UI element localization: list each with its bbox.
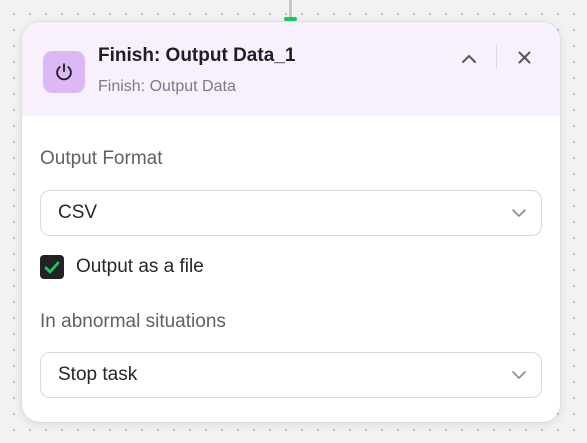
close-icon — [518, 51, 530, 63]
checkmark-icon — [44, 261, 60, 273]
abnormal-situations-select[interactable]: Stop task — [40, 352, 542, 398]
node-subtitle: Finish: Output Data — [98, 78, 236, 95]
collapse-button[interactable] — [454, 44, 484, 74]
node-title: Finish: Output Data_1 — [98, 45, 296, 66]
abnormal-situations-value: Stop task — [58, 364, 138, 385]
output-as-file-checkbox[interactable] — [40, 255, 64, 279]
chevron-up-icon — [462, 55, 476, 63]
connector-port[interactable] — [284, 17, 297, 21]
output-as-file-label: Output as a file — [76, 256, 204, 277]
close-button[interactable] — [509, 42, 539, 72]
output-format-label: Output Format — [40, 148, 163, 169]
output-format-select[interactable]: CSV — [40, 190, 542, 236]
power-icon — [43, 51, 85, 93]
chevron-down-icon — [512, 209, 526, 217]
chevron-down-icon — [512, 371, 526, 379]
node-config-panel: Finish: Output Data_1 Finish: Output Dat… — [22, 22, 560, 422]
output-as-file-option[interactable]: Output as a file — [40, 254, 204, 280]
panel-header: Finish: Output Data_1 Finish: Output Dat… — [22, 22, 560, 116]
output-format-value: CSV — [58, 202, 98, 223]
connector-line — [289, 0, 292, 18]
abnormal-situations-label: In abnormal situations — [40, 311, 226, 332]
header-divider — [496, 45, 497, 69]
